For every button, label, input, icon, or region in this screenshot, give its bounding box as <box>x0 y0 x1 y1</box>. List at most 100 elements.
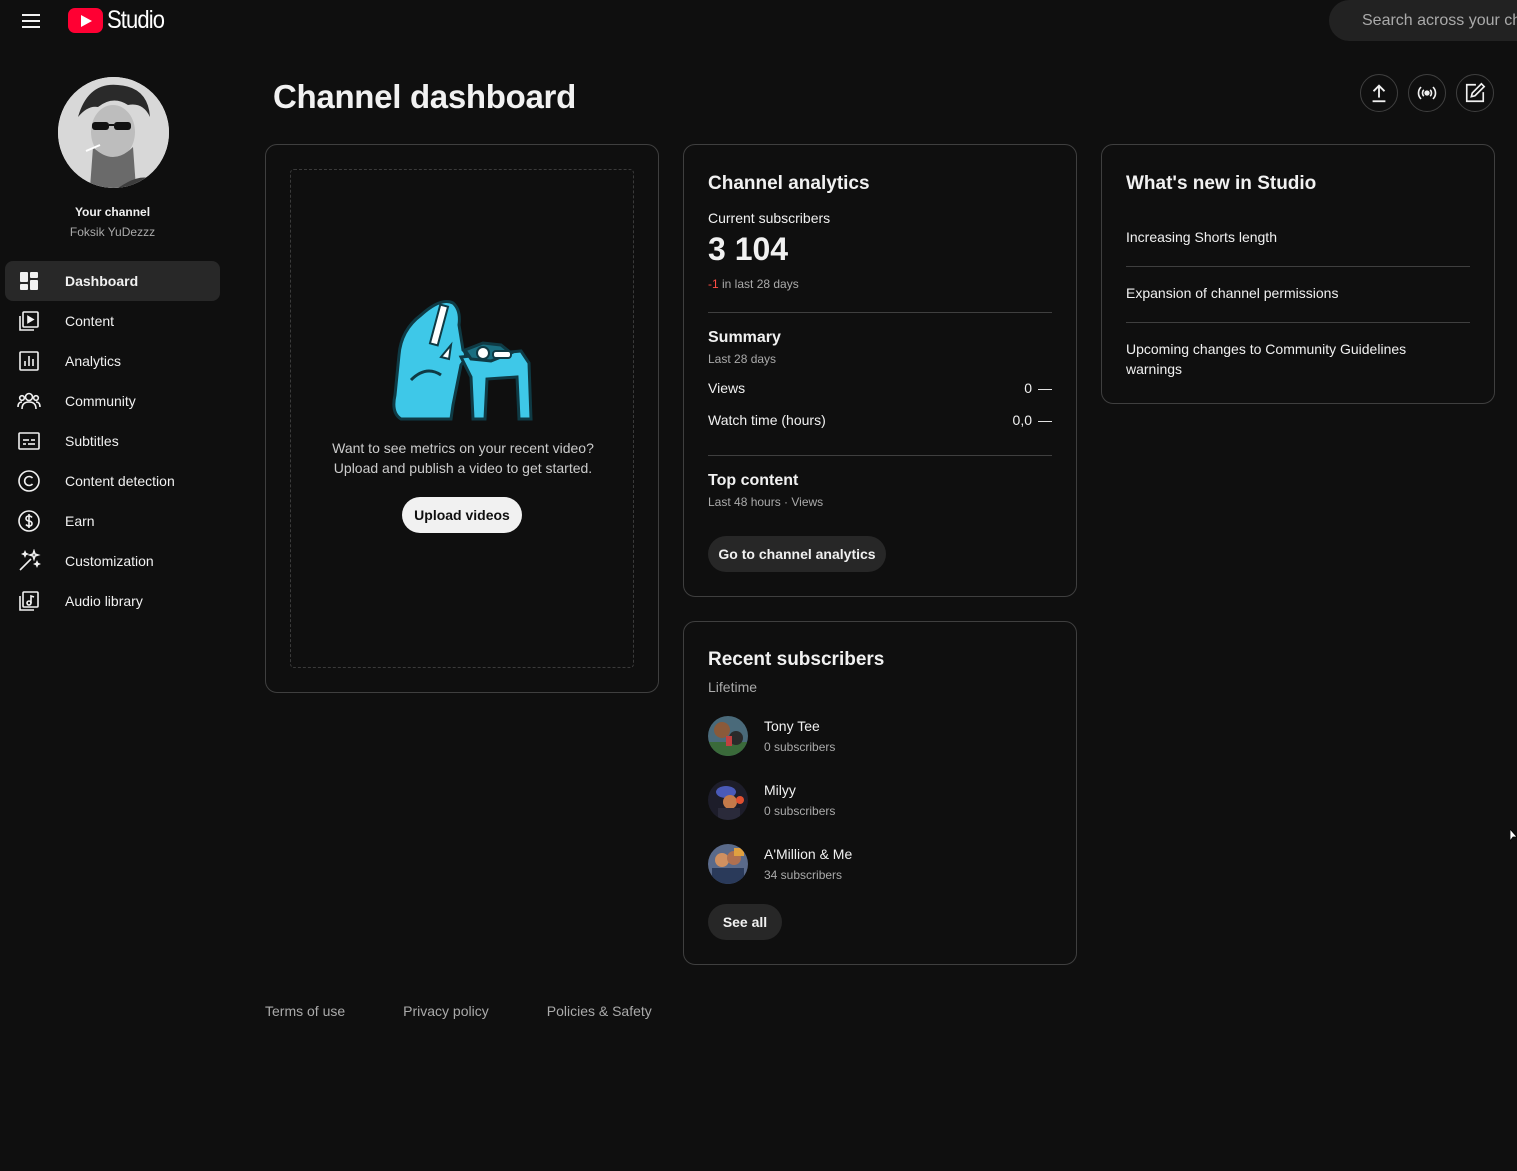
analytics-title: Channel analytics <box>708 173 870 194</box>
policies-safety-link[interactable]: Policies & Safety <box>547 1003 652 1019</box>
metric-value: 0,0 <box>1012 412 1032 428</box>
top-bar: Studio Search across your channel <box>0 0 1517 42</box>
upload-message-line1: Want to see metrics on your recent video… <box>332 440 594 456</box>
search-input[interactable]: Search across your channel <box>1362 12 1517 30</box>
studio-logo[interactable]: Studio <box>68 6 172 35</box>
youtube-play-icon <box>68 8 103 33</box>
sidebar-item-label: Analytics <box>65 353 122 369</box>
current-subscribers-label: Current subscribers <box>708 210 831 226</box>
recent-subscribers-subtitle: Lifetime <box>708 679 758 695</box>
subscriber-count: 0 subscribers <box>764 804 836 818</box>
upload-button[interactable] <box>1360 74 1398 112</box>
sidebar-item-label: Community <box>65 393 136 409</box>
upload-icon <box>1372 84 1386 103</box>
sidebar-item-label: Earn <box>65 513 95 529</box>
sidebar-item-earn[interactable]: Earn <box>5 501 220 541</box>
sidebar-nav: Dashboard Content Analytics Community Su… <box>5 261 220 621</box>
subscriber-name[interactable]: Tony Tee <box>764 718 820 734</box>
metric-trend: — <box>1038 380 1052 396</box>
audio-library-icon <box>19 591 39 611</box>
sidebar-item-label: Content <box>65 313 115 329</box>
mouse-cursor-icon <box>1510 829 1517 842</box>
subscriber-delta-value: -1 <box>708 277 719 291</box>
go-to-channel-analytics-button[interactable]: Go to channel analytics <box>708 536 886 572</box>
go-live-button[interactable] <box>1408 74 1446 112</box>
sidebar-item-subtitles[interactable]: Subtitles <box>5 421 220 461</box>
upload-message: Want to see metrics on your recent video… <box>291 438 635 478</box>
community-icon <box>17 392 41 410</box>
top-content-subtitle: Last 48 hours · Views <box>708 495 824 509</box>
subscriber-row[interactable]: Tony Tee 0 subscribers <box>708 716 1052 758</box>
subscriber-delta-text: in last 28 days <box>718 277 799 291</box>
upload-dropzone: Want to see metrics on your recent video… <box>290 169 634 668</box>
sidebar-item-content-detection[interactable]: Content detection <box>5 461 220 501</box>
privacy-policy-link[interactable]: Privacy policy <box>403 1003 489 1019</box>
see-all-button[interactable]: See all <box>708 904 782 940</box>
channel-analytics-card: Channel analytics Current subscribers 3 … <box>683 144 1077 597</box>
metric-trend: — <box>1038 412 1052 428</box>
subscriber-name[interactable]: Milyy <box>764 782 796 798</box>
dashboard-icon <box>20 272 38 290</box>
divider <box>1126 322 1470 323</box>
top-content-title: Top content <box>708 472 799 489</box>
upload-card: Want to see metrics on your recent video… <box>265 144 659 693</box>
avatar[interactable] <box>708 844 748 884</box>
magic-wand-icon <box>19 549 41 571</box>
metric-label: Watch time (hours) <box>708 412 826 428</box>
sidebar-item-label: Audio library <box>65 593 143 609</box>
terms-of-use-link[interactable]: Terms of use <box>265 1003 345 1019</box>
avatar[interactable] <box>708 716 748 756</box>
subscriber-delta: -1 in last 28 days <box>708 277 799 291</box>
metric-value: 0 <box>1024 380 1032 396</box>
metric-row-views: Views 0 — <box>708 380 1052 396</box>
whats-new-title: What's new in Studio <box>1126 173 1317 194</box>
sidebar-item-audio-library[interactable]: Audio library <box>5 581 220 621</box>
search-bar[interactable]: Search across your channel <box>1329 0 1517 41</box>
hamburger-menu-icon[interactable] <box>14 6 48 36</box>
sidebar-item-label: Dashboard <box>65 273 139 289</box>
subscriber-count: 0 subscribers <box>764 740 836 754</box>
sidebar-item-dashboard[interactable]: Dashboard <box>5 261 220 301</box>
sidebar-item-label: Content detection <box>65 473 175 489</box>
news-item[interactable]: Increasing Shorts length <box>1126 227 1470 247</box>
subscriber-row[interactable]: A'Million & Me 34 subscribers <box>708 844 1052 886</box>
sidebar-item-label: Customization <box>65 553 154 569</box>
avatar[interactable] <box>708 780 748 820</box>
metric-row-watch-time: Watch time (hours) 0,0 — <box>708 412 1052 428</box>
recent-subscribers-card: Recent subscribers Lifetime Tony Tee 0 s… <box>683 621 1077 965</box>
create-post-icon <box>1465 82 1486 103</box>
divider <box>708 455 1052 456</box>
dollar-icon <box>18 510 40 532</box>
analytics-icon <box>19 351 39 371</box>
news-item[interactable]: Expansion of channel permissions <box>1126 283 1470 303</box>
recent-subscribers-title: Recent subscribers <box>708 649 885 670</box>
footer: Terms of use Privacy policy Policies & S… <box>265 1003 710 1019</box>
sidebar-item-customization[interactable]: Customization <box>5 541 220 581</box>
upload-illustration <box>392 300 533 421</box>
metric-label: Views <box>708 380 746 396</box>
copyright-icon <box>18 470 40 492</box>
subscriber-row[interactable]: Milyy 0 subscribers <box>708 780 1052 822</box>
whats-new-card: What's new in Studio Increasing Shorts l… <box>1101 144 1495 404</box>
your-channel-label: Your channel <box>74 205 151 219</box>
sidebar-item-label: Subtitles <box>65 433 119 449</box>
upload-videos-button[interactable]: Upload videos <box>402 497 522 533</box>
page-title: Channel dashboard <box>273 78 576 115</box>
sidebar-item-analytics[interactable]: Analytics <box>5 341 220 381</box>
create-post-button[interactable] <box>1456 74 1494 112</box>
channel-name: Foksik YuDezzz <box>69 225 156 239</box>
live-icon <box>1417 86 1437 100</box>
news-item[interactable]: Upcoming changes to Community Guidelines… <box>1126 339 1426 379</box>
divider <box>708 312 1052 313</box>
subscriber-name[interactable]: A'Million & Me <box>764 846 852 862</box>
current-subscribers-count: 3 104 <box>708 231 789 267</box>
summary-period: Last 28 days <box>708 352 777 366</box>
channel-avatar[interactable] <box>58 77 169 188</box>
upload-message-line2: Upload and publish a video to get starte… <box>333 460 593 476</box>
subtitles-icon <box>18 432 40 450</box>
summary-title: Summary <box>708 329 781 346</box>
logo-text: Studio <box>107 6 165 34</box>
divider <box>1126 266 1470 267</box>
sidebar-item-community[interactable]: Community <box>5 381 220 421</box>
sidebar-item-content[interactable]: Content <box>5 301 220 341</box>
